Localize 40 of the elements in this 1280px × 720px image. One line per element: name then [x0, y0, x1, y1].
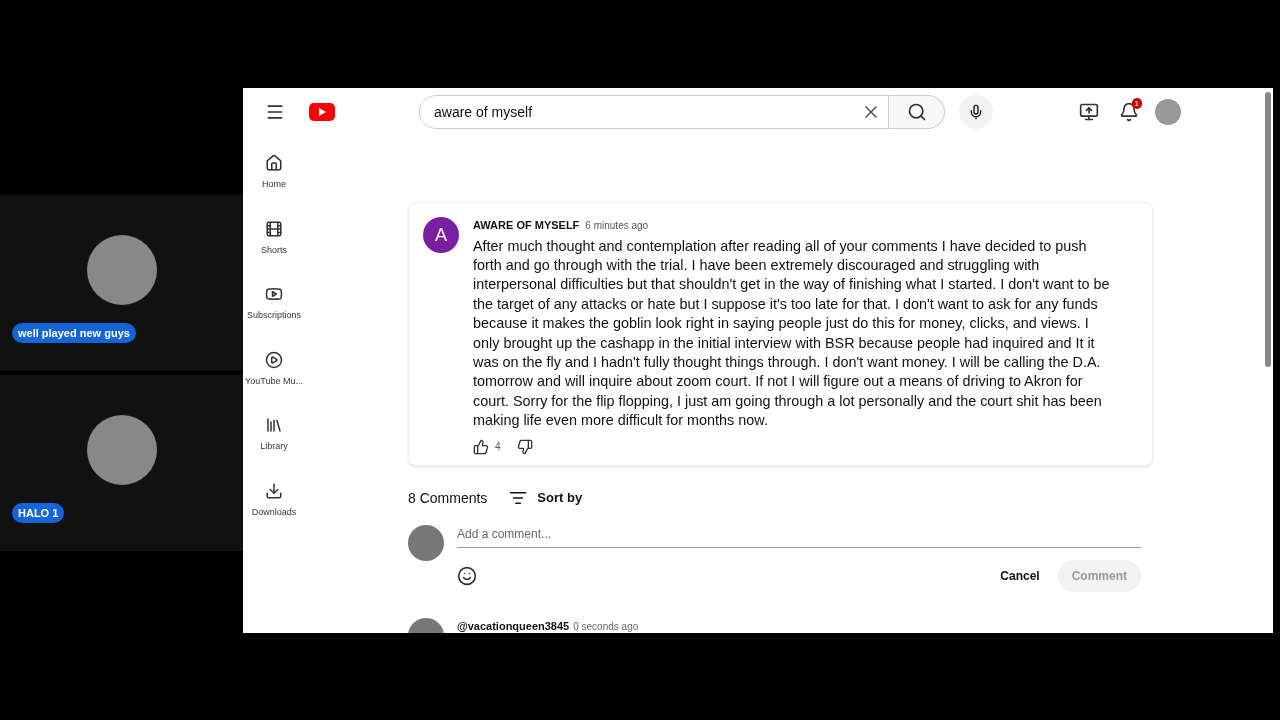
mic-button[interactable]	[959, 95, 993, 129]
comment-field[interactable]: Add a comment...	[457, 524, 1141, 548]
create-icon[interactable]	[1079, 102, 1099, 122]
download-icon	[265, 481, 283, 500]
user-avatar	[408, 524, 444, 561]
sidebar-item[interactable]: Downloads	[251, 481, 297, 519]
like-icon[interactable]	[473, 438, 489, 455]
sidebar-item[interactable]: Home	[262, 154, 286, 192]
sidebar-item[interactable]: Shorts	[261, 219, 287, 257]
author-avatar: A	[423, 217, 459, 253]
comments-count: 8 Comments	[408, 488, 488, 508]
account-avatar[interactable]	[1155, 99, 1181, 125]
sidebar-item[interactable]: Library	[260, 416, 288, 454]
author-name[interactable]: AWARE OF MYSELF	[473, 217, 580, 234]
comment-time: 0 seconds ago	[573, 619, 639, 633]
play-circle-icon	[265, 350, 283, 369]
like-count: 4	[495, 440, 501, 455]
participant-name: well played new guys	[12, 322, 136, 343]
cancel-button[interactable]: Cancel	[988, 559, 1052, 592]
participant-name: HALO 1	[12, 502, 65, 523]
dislike-icon[interactable]	[516, 438, 533, 455]
mic-icon	[968, 104, 984, 120]
emoji-icon[interactable]	[457, 565, 477, 586]
search-icon	[906, 102, 927, 122]
sidebar-item[interactable]: Subscriptions	[247, 285, 301, 323]
play-box-icon	[265, 285, 283, 303]
post-text: After much thought and contemplation after reading all of your comments I have decided to push forth and go through with the trial. I have been extremely discouraged and struggling with interpersonal difficulties but that shouldn't get in the way of finishing what I started. I don't want to be the target of any attacks or hate but I suppose it's too late for that. I don't want to ask for any funds because it makes the goblin look right in saying people just do this for money, clicks, and views. I only brought up the cashapp in the initial interview with BSR because people had inquired and It it was on the fly and I hadn't fully thought things through. I don't want money. I will be calling the D.A. tomorrow and will inquire about zoom court. If not I will figure out a means of driving to Akron for court. Sorry for the flip flopping, I just am going through a lot personally and the court shit has been making life even more difficult for months now.	[473, 236, 1111, 431]
film-icon	[265, 219, 283, 238]
notification-badge: 1	[1131, 98, 1142, 109]
library-icon	[265, 416, 283, 434]
search-field[interactable]: aware of myself	[419, 95, 889, 129]
home-icon	[265, 154, 283, 172]
menu-icon[interactable]	[265, 102, 285, 122]
comment-author[interactable]: @vacationqueen3845	[457, 617, 570, 633]
logo-icon[interactable]	[309, 103, 335, 121]
sidebar-item[interactable]: YouTube Mu...	[245, 350, 303, 388]
search-button[interactable]	[889, 95, 945, 129]
notifications-icon[interactable]	[1119, 102, 1139, 122]
post-time: 6 minutes ago	[585, 219, 649, 233]
sort-button[interactable]: Sort by	[509, 488, 583, 508]
